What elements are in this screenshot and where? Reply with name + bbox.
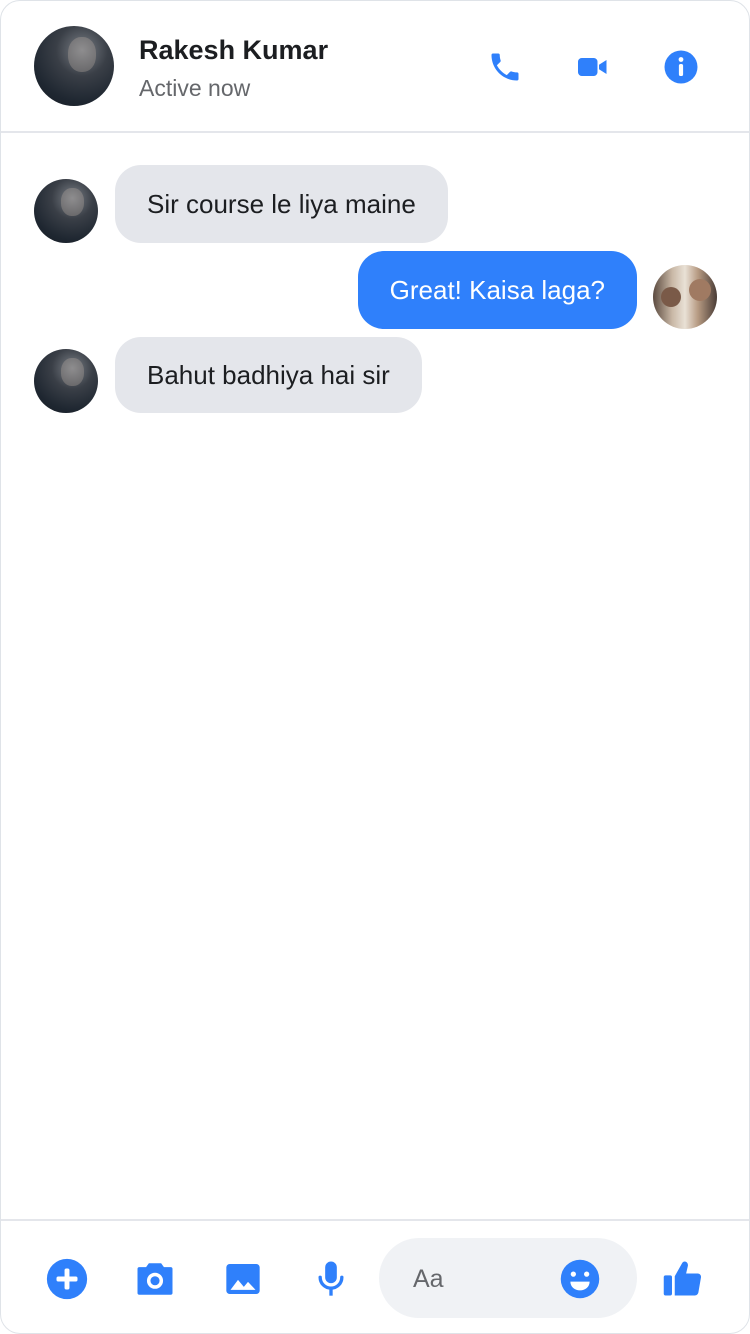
contact-avatar[interactable] bbox=[34, 26, 114, 106]
incoming-message[interactable]: Sir course le liya maine bbox=[115, 165, 448, 243]
microphone-icon[interactable] bbox=[309, 1257, 353, 1301]
emoji-icon[interactable] bbox=[559, 1258, 601, 1300]
phone-icon[interactable] bbox=[485, 47, 525, 87]
composer-bar bbox=[1, 1219, 749, 1333]
chat-window: Rakesh Kumar Active now Sir course le li… bbox=[0, 0, 750, 1334]
contact-avatar bbox=[34, 179, 98, 243]
contact-avatar bbox=[34, 349, 98, 413]
thumbs-up-icon[interactable] bbox=[661, 1257, 705, 1301]
contact-name[interactable]: Rakesh Kumar bbox=[139, 35, 328, 66]
image-icon[interactable] bbox=[221, 1257, 265, 1301]
camera-icon[interactable] bbox=[133, 1257, 177, 1301]
plus-icon[interactable] bbox=[45, 1257, 89, 1301]
message-input-container[interactable] bbox=[379, 1238, 637, 1318]
contact-status: Active now bbox=[139, 75, 251, 101]
incoming-message[interactable]: Bahut badhiya hai sir bbox=[115, 337, 422, 413]
info-icon[interactable] bbox=[661, 47, 701, 87]
message-thread[interactable]: Sir course le liya maine Great! Kaisa la… bbox=[1, 133, 749, 1219]
message-input[interactable] bbox=[411, 1258, 555, 1300]
outgoing-message[interactable]: Great! Kaisa laga? bbox=[357, 251, 637, 329]
user-avatar bbox=[653, 265, 717, 329]
chat-header: Rakesh Kumar Active now bbox=[1, 1, 749, 133]
video-icon[interactable] bbox=[573, 47, 613, 87]
